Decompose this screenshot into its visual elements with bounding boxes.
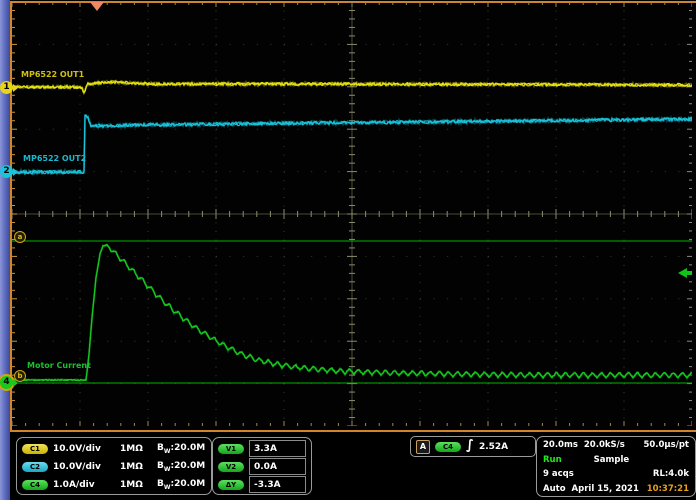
time-text: 10:37:21 [647, 484, 689, 494]
oscilloscope-screenshot: MP6522 OUT1 MP6522 OUT2 Motor Current 1 … [0, 0, 696, 500]
resolution: 50.0µs/pt [643, 440, 689, 450]
trigger-position-marker[interactable] [90, 2, 104, 11]
channel-4-ground-marker[interactable]: 4 [0, 376, 13, 389]
window-edge [0, 0, 10, 500]
readout-bar: C1 10.0V/div 1MΩ BW:20.0M C2 10.0V/div 1… [10, 432, 696, 500]
channel-row-c2: C2 10.0V/div 1MΩ BW:20.0M [17, 458, 211, 476]
acquisition-count: 9 acqs [543, 469, 574, 479]
c2-scale: 10.0V/div [53, 462, 115, 472]
date-text: April 15, 2021 [572, 484, 639, 494]
channel-1-ground-marker[interactable]: 1 [0, 81, 13, 94]
sample-rate: 20.0kS/s [584, 440, 625, 450]
rising-edge-icon: ∫ [466, 439, 474, 452]
trace-label-ch1: MP6522 OUT1 [21, 70, 84, 79]
cursor-b-handle[interactable]: b [14, 370, 26, 382]
acquisition-box: 20.0ms 20.0kS/s 50.0µs/pt Run Sample 9 a… [536, 436, 696, 497]
sweep-mode: Auto [543, 484, 566, 494]
channel-row-c1: C1 10.0V/div 1MΩ BW:20.0M [17, 440, 211, 458]
cursor-v2-value: 0.0A [249, 458, 306, 475]
record-length: RL:4.0k [653, 469, 689, 479]
channel-row-c4: C4 1.0A/div 1MΩ BW:20.0M [17, 476, 211, 494]
c4-scale: 1.0A/div [53, 480, 115, 490]
cursor-v1-badge[interactable]: V1 [218, 444, 244, 454]
channel-c1-badge[interactable]: C1 [22, 444, 48, 454]
acquisition-mode: Sample [594, 455, 629, 465]
channel-c4-badge[interactable]: C4 [22, 480, 48, 490]
graticule-svg [12, 2, 692, 426]
cursor-readout-box: V1 3.3A V2 0.0A ΔY -3.3A [212, 437, 312, 495]
channel-c2-badge[interactable]: C2 [22, 462, 48, 472]
cursor-delta-badge[interactable]: ΔY [218, 480, 244, 490]
channel-1-marker-arrow-icon [13, 84, 18, 92]
c2-impedance: 1MΩ [120, 462, 152, 472]
c2-bandwidth: BW:20.0M [157, 461, 205, 473]
cursor-a-handle[interactable]: a [14, 231, 26, 243]
trigger-level-arrow[interactable] [678, 268, 687, 278]
acq-row-count: 9 acqs RL:4.0k [537, 467, 695, 482]
trace-label-ch2: MP6522 OUT2 [23, 154, 86, 163]
channel-settings-box: C1 10.0V/div 1MΩ BW:20.0M C2 10.0V/div 1… [16, 437, 212, 495]
c4-bandwidth: BW:20.0M [157, 479, 205, 491]
run-status: Run [543, 455, 562, 465]
acq-row-state: Run Sample [537, 453, 695, 468]
channel-2-marker-arrow-icon [13, 168, 18, 176]
trigger-row: A C4 ∫ 2.52A [411, 437, 535, 456]
cursor-v1-value: 3.3A [249, 440, 306, 457]
acq-row-timebase: 20.0ms 20.0kS/s 50.0µs/pt [537, 438, 695, 453]
trigger-level-value: 2.52A [479, 442, 508, 452]
cursor-row-v1: V1 3.3A [213, 440, 311, 458]
c4-impedance: 1MΩ [120, 480, 152, 490]
c1-impedance: 1MΩ [120, 444, 152, 454]
trace-label-ch4: Motor Current [27, 361, 91, 370]
channel-2-ground-marker[interactable]: 2 [0, 165, 13, 178]
c1-bandwidth: BW:20.0M [157, 443, 205, 455]
trigger-a-badge[interactable]: A [416, 440, 430, 454]
cursor-v2-badge[interactable]: V2 [218, 462, 244, 472]
trigger-readout-box: A C4 ∫ 2.52A [410, 436, 536, 457]
acq-row-datetime: Auto April 15, 2021 10:37:21 [537, 482, 695, 497]
c1-scale: 10.0V/div [53, 444, 115, 454]
timebase-value: 20.0ms [543, 440, 578, 450]
cursor-row-v2: V2 0.0A [213, 458, 311, 476]
cursor-row-delta: ΔY -3.3A [213, 476, 311, 494]
cursor-delta-value: -3.3A [249, 476, 306, 493]
trigger-source-badge[interactable]: C4 [435, 442, 461, 452]
